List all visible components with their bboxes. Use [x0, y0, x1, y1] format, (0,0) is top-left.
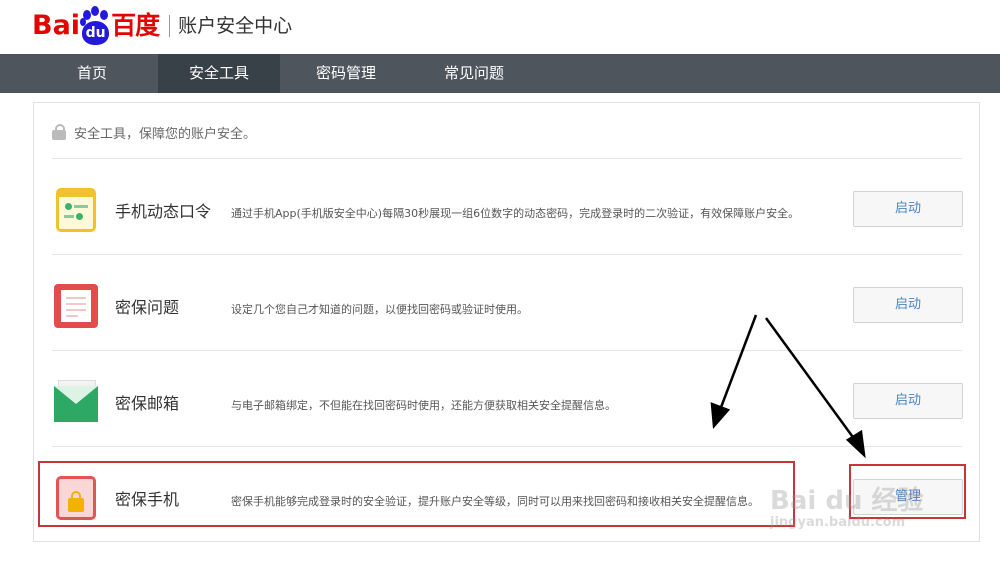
security-tools-panel: 安全工具，保障您的账户安全。 手机动态口令 通过手机App(手机版安全中心)每隔… [33, 102, 980, 542]
tool-row-mail: 密保邮箱 与电子邮箱绑定，不但能在找回密码时使用，还能方便获取相关安全提醒信息。… [34, 350, 981, 446]
tool-row-mobile: 密保手机 密保手机能够完成登录时的安全验证，提升账户安全等级，同时可以用来找回密… [34, 446, 981, 542]
paw-icon: du [80, 6, 110, 46]
tab-security-tools[interactable]: 安全工具 [158, 54, 280, 93]
logo-bai-text: Bai [32, 10, 81, 41]
tool-title: 密保手机 [115, 490, 180, 509]
panel-hint: 安全工具，保障您的账户安全。 [52, 123, 256, 142]
enable-mail-button[interactable]: 启动 [853, 383, 963, 419]
logo-divider [169, 15, 171, 37]
tool-row-security-question: 密保问题 设定几个您自己才知道的问题，以便找回密码或验证时使用。 启动 [34, 254, 981, 350]
manage-mobile-button[interactable]: 管理 [853, 479, 963, 515]
main-nav: 首页 安全工具 密码管理 常见问题 [0, 54, 1000, 93]
logo-cn-text: 百度 [111, 11, 160, 40]
tool-title: 密保邮箱 [115, 394, 180, 413]
tool-desc: 通过手机App(手机版安全中心)每隔30秒展现一组6位数字的动态密码，完成登录时… [231, 207, 800, 220]
enable-phone-token-button[interactable]: 启动 [853, 191, 963, 227]
tool-title: 手机动态口令 [115, 202, 212, 221]
tab-faq[interactable]: 常见问题 [410, 54, 538, 93]
tab-password-management[interactable]: 密码管理 [282, 54, 410, 93]
baidu-logo[interactable]: Bai du 百度 账户安全中心 [32, 2, 292, 46]
logo-du-text: du [85, 25, 106, 41]
header: Bai du 百度 账户安全中心 [0, 0, 1000, 54]
security-question-icon [52, 282, 100, 330]
mobile-lock-icon [52, 474, 100, 522]
phone-token-icon [52, 186, 100, 234]
tool-desc: 密保手机能够完成登录时的安全验证，提升账户安全等级，同时可以用来找回密码和接收相… [231, 495, 759, 508]
tab-home[interactable]: 首页 [28, 54, 156, 93]
site-title: 账户安全中心 [178, 15, 293, 37]
tool-desc: 设定几个您自己才知道的问题，以便找回密码或验证时使用。 [231, 303, 528, 316]
tool-title: 密保问题 [115, 298, 180, 317]
lock-icon [52, 123, 66, 140]
enable-security-question-button[interactable]: 启动 [853, 287, 963, 323]
mail-icon [52, 378, 100, 426]
tool-desc: 与电子邮箱绑定，不但能在找回密码时使用，还能方便获取相关安全提醒信息。 [231, 399, 616, 412]
hint-text: 安全工具，保障您的账户安全。 [74, 127, 257, 142]
tool-row-phone-token: 手机动态口令 通过手机App(手机版安全中心)每隔30秒展现一组6位数字的动态密… [34, 158, 981, 254]
